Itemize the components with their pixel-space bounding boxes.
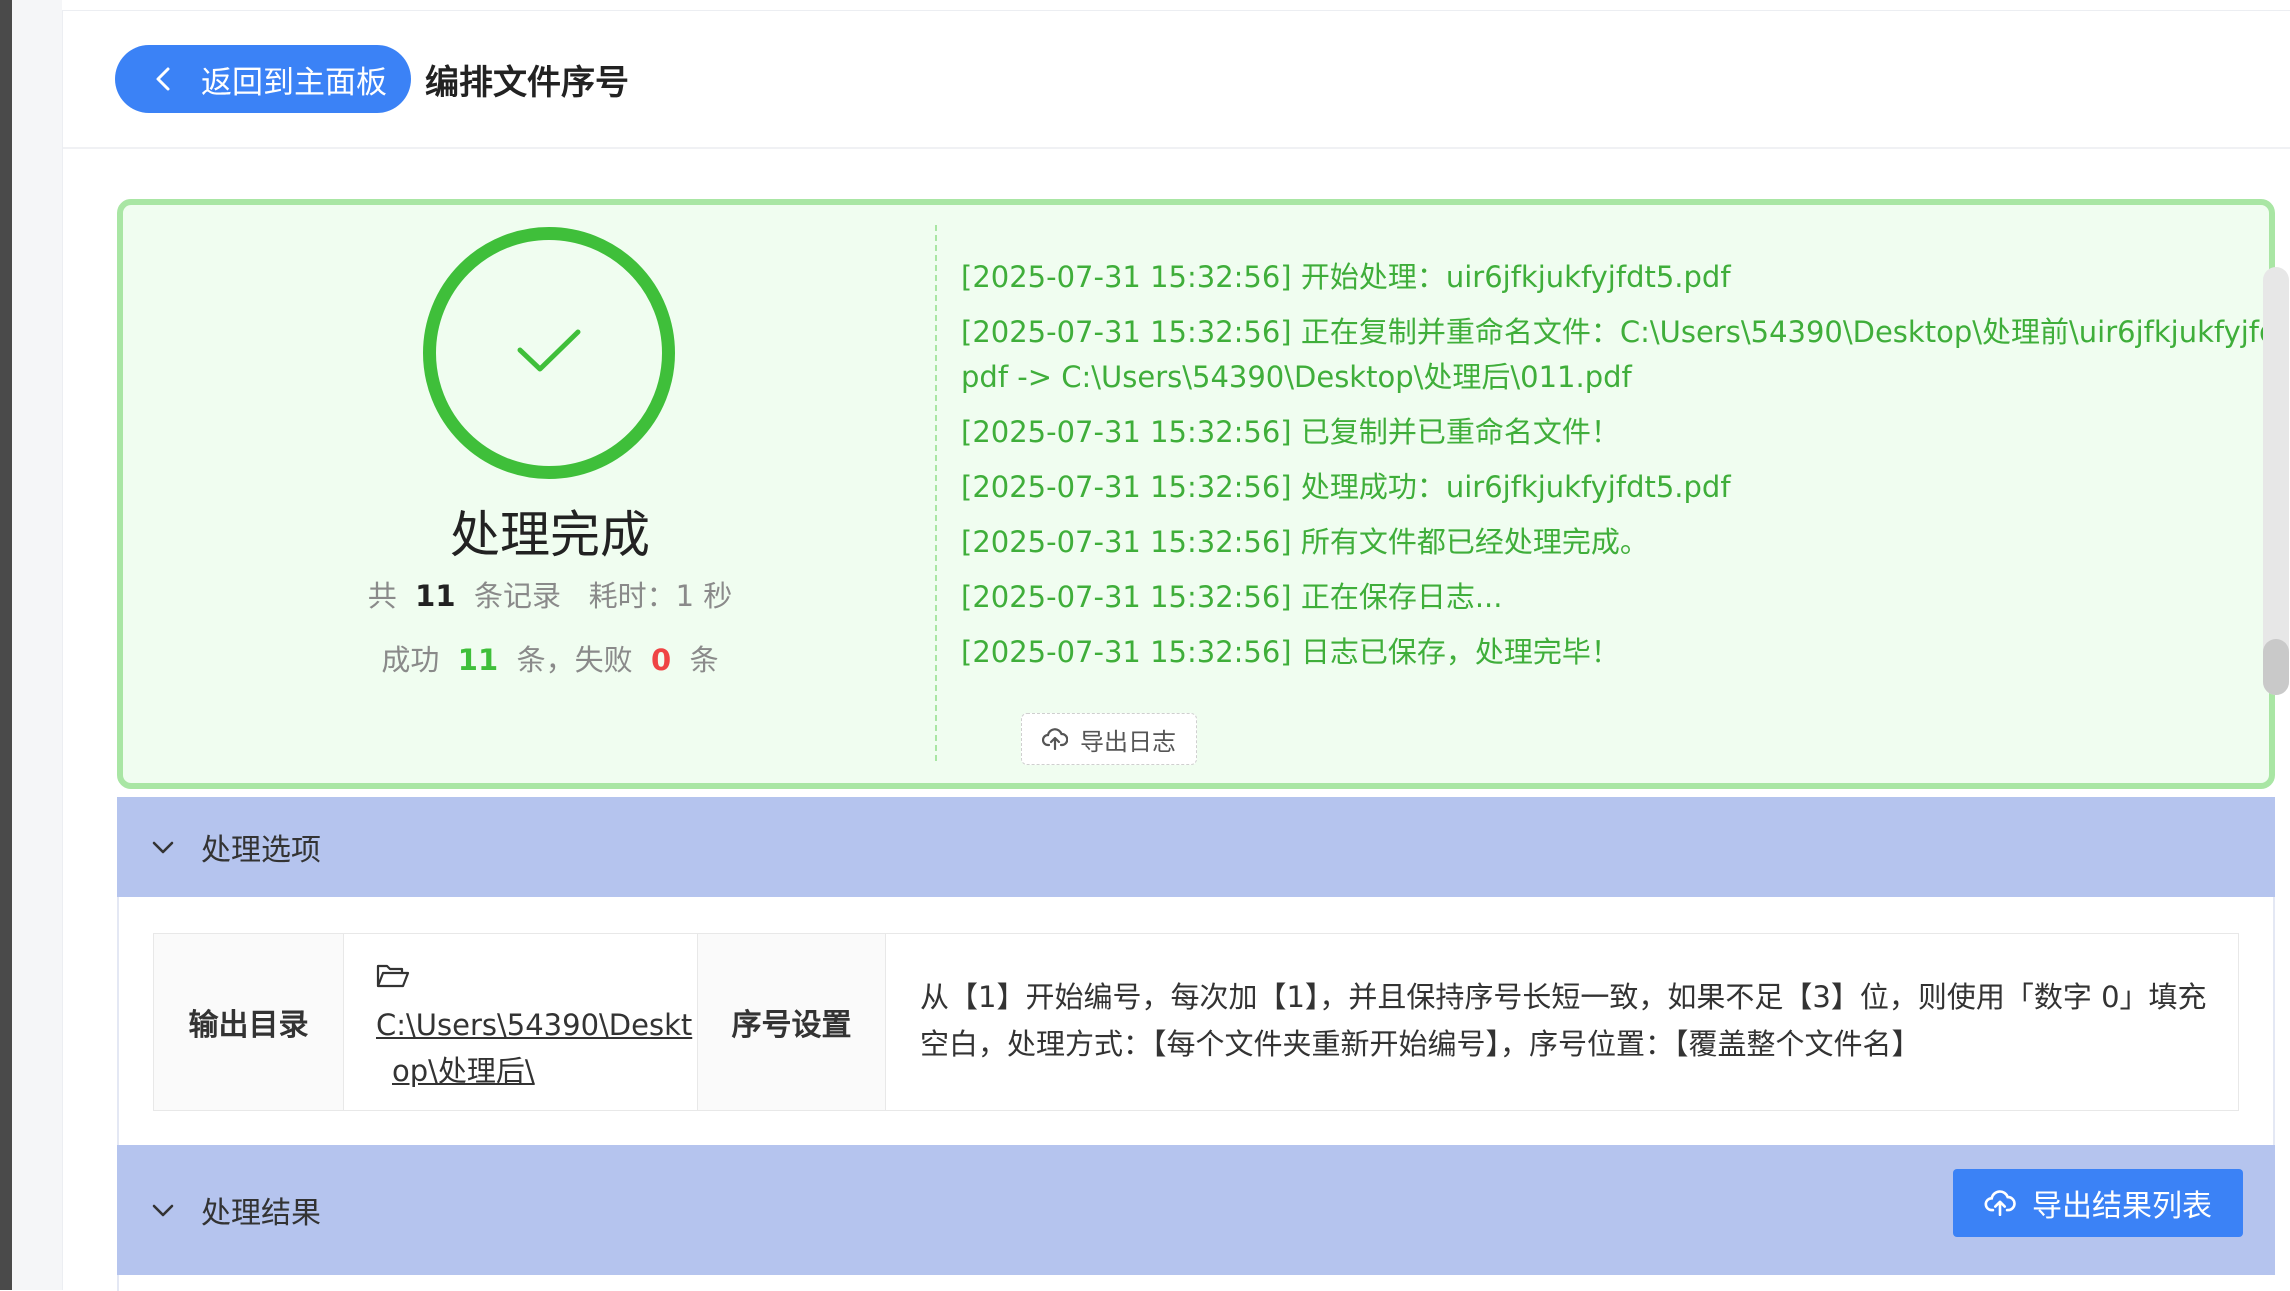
total-count: 11 bbox=[415, 579, 456, 613]
log-scrollbar-thumb[interactable] bbox=[2263, 639, 2289, 695]
export-results-label: 导出结果列表 bbox=[2032, 1189, 2212, 1224]
log-line: [2025-07-31 15:32:56] 处理成功：uir6jfkjukfyj… bbox=[961, 470, 1731, 504]
back-to-dashboard-button[interactable]: 返回到主面板 bbox=[115, 45, 411, 113]
log-line: [2025-07-31 15:32:56] 正在复制并重命名文件：C:\User… bbox=[961, 315, 2290, 394]
dashed-divider bbox=[935, 225, 937, 761]
cloud-upload-icon bbox=[1984, 1190, 2016, 1216]
cloud-upload-icon bbox=[1042, 728, 1068, 750]
log-line: [2025-07-31 15:32:56] 所有文件都已经处理完成。 bbox=[961, 525, 1649, 559]
status-column: 处理完成 共 11 条记录 耗时：1 秒 成功 11 条，失败 0 条 bbox=[123, 205, 943, 783]
window-edge bbox=[0, 0, 12, 1290]
results-panel-body bbox=[117, 1275, 2275, 1291]
success-fail-summary: 成功 11 条，失败 0 条 bbox=[123, 637, 977, 679]
export-log-button[interactable]: 导出日志 bbox=[1021, 713, 1197, 765]
output-dir-link[interactable]: C:\Users\54390\Desktop\处理后\ bbox=[376, 1002, 697, 1094]
chevron-left-icon bbox=[149, 64, 179, 94]
page-gutter bbox=[12, 0, 62, 1290]
success-prefix: 成功 bbox=[381, 643, 440, 677]
success-count: 11 bbox=[457, 643, 499, 677]
log-line: [2025-07-31 15:32:56] 开始处理：uir6jfkjukfyj… bbox=[961, 260, 1731, 294]
serial-setting-label: 序号设置 bbox=[698, 934, 886, 1110]
main-page: 返回到主面板 编排文件序号 处理完成 共 11 条记录 耗时：1 秒 成功 11… bbox=[62, 10, 2290, 1291]
options-table: 输出目录 C:\Users\54390\Desktop\处理后\ 序号设置 从【… bbox=[153, 933, 2239, 1111]
total-prefix: 共 bbox=[367, 579, 397, 613]
fail-suffix: 条 bbox=[689, 643, 719, 677]
log-line: [2025-07-31 15:32:56] 日志已保存，处理完毕！ bbox=[961, 635, 1620, 669]
page-title: 编排文件序号 bbox=[425, 63, 629, 103]
log-line: [2025-07-31 15:32:56] 已复制并已重命名文件！ bbox=[961, 415, 1620, 449]
output-dir-cell: C:\Users\54390\Desktop\处理后\ bbox=[344, 934, 698, 1110]
log-line: [2025-07-31 15:32:56] 正在保存日志... bbox=[961, 580, 1503, 614]
check-icon bbox=[514, 326, 584, 380]
log-scrollbar[interactable] bbox=[2263, 267, 2289, 695]
log-output: [2025-07-31 15:32:56] 开始处理：uir6jfkjukfyj… bbox=[961, 255, 2290, 685]
output-dir-label: 输出目录 bbox=[154, 934, 344, 1110]
fail-count: 0 bbox=[651, 643, 672, 677]
status-title: 处理完成 bbox=[450, 506, 650, 564]
success-ring bbox=[423, 227, 675, 479]
total-suffix: 条记录 耗时：1 秒 bbox=[473, 579, 733, 613]
export-log-label: 导出日志 bbox=[1080, 727, 1176, 756]
success-mid: 条，失败 bbox=[516, 643, 633, 677]
total-summary: 共 11 条记录 耗时：1 秒 bbox=[123, 573, 977, 615]
chevron-down-icon bbox=[149, 1196, 177, 1224]
export-results-button[interactable]: 导出结果列表 bbox=[1953, 1169, 2243, 1237]
folder-open-icon bbox=[376, 956, 697, 1002]
options-panel-title: 处理选项 bbox=[201, 833, 321, 868]
chevron-down-icon bbox=[149, 833, 177, 861]
back-button-label: 返回到主面板 bbox=[201, 64, 387, 101]
results-panel-header[interactable]: 处理结果 导出结果列表 bbox=[117, 1145, 2275, 1275]
results-panel-title: 处理结果 bbox=[201, 1196, 321, 1231]
result-summary-card: 处理完成 共 11 条记录 耗时：1 秒 成功 11 条，失败 0 条 [202… bbox=[117, 199, 2290, 789]
options-panel-header[interactable]: 处理选项 bbox=[117, 797, 2275, 897]
page-header: 返回到主面板 编排文件序号 bbox=[63, 11, 2290, 149]
options-panel-body: 输出目录 C:\Users\54390\Desktop\处理后\ 序号设置 从【… bbox=[117, 897, 2275, 1145]
serial-setting-value: 从【1】开始编号，每次加【1】，并且保持序号长短一致，如果不足【3】位，则使用「… bbox=[920, 980, 2207, 1061]
